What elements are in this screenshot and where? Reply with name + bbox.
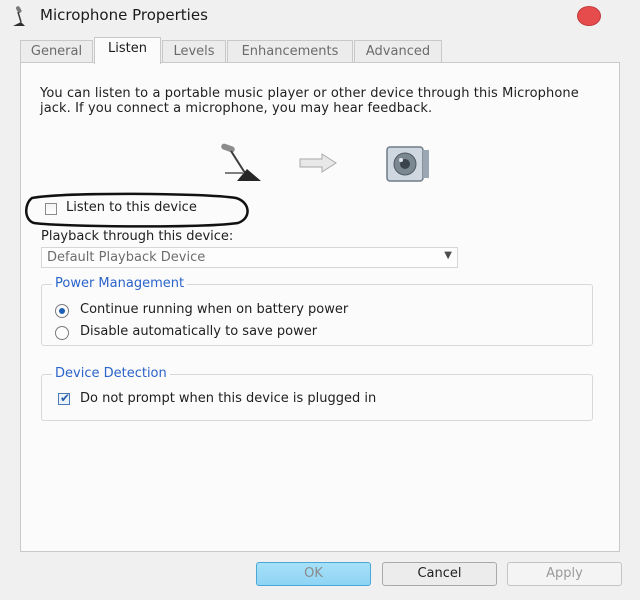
- continue-running-label: Continue running when on battery power: [80, 302, 349, 317]
- microphone-icon: [221, 143, 261, 181]
- playback-device-value: Default Playback Device: [47, 250, 206, 265]
- title-bar: Microphone Properties: [0, 0, 640, 32]
- tab-enhancements[interactable]: Enhancements: [227, 40, 353, 62]
- cancel-button[interactable]: Cancel: [382, 562, 497, 586]
- arrow-right-icon: [299, 153, 337, 173]
- continue-running-radio[interactable]: [55, 304, 69, 318]
- tab-listen[interactable]: Listen: [94, 37, 161, 64]
- apply-button[interactable]: Apply: [507, 562, 622, 586]
- do-not-prompt-checkbox[interactable]: ✔: [58, 391, 71, 405]
- device-detection-title: Device Detection: [52, 366, 170, 381]
- disable-automatically-radio[interactable]: [55, 326, 69, 340]
- close-button[interactable]: [577, 6, 601, 26]
- tab-general[interactable]: General: [20, 40, 93, 62]
- check-icon: ✔: [60, 391, 71, 405]
- listen-description: You can listen to a portable music playe…: [40, 86, 579, 116]
- speaker-icon: [386, 146, 429, 182]
- playback-label: Playback through this device:: [41, 229, 234, 244]
- playback-device-select[interactable]: Default Playback Device ▼: [41, 247, 458, 268]
- tab-advanced[interactable]: Advanced: [354, 40, 442, 62]
- disable-automatically-label: Disable automatically to save power: [80, 324, 318, 339]
- do-not-prompt-label: Do not prompt when this device is plugge…: [80, 391, 377, 406]
- power-management-title: Power Management: [52, 276, 188, 291]
- microphone-icon: [13, 6, 25, 26]
- window-title: Microphone Properties: [40, 6, 208, 24]
- chevron-down-icon: ▼: [444, 250, 452, 261]
- ok-button[interactable]: OK: [256, 562, 371, 586]
- handdrawn-highlight: [25, 192, 249, 228]
- tab-levels[interactable]: Levels: [162, 40, 226, 62]
